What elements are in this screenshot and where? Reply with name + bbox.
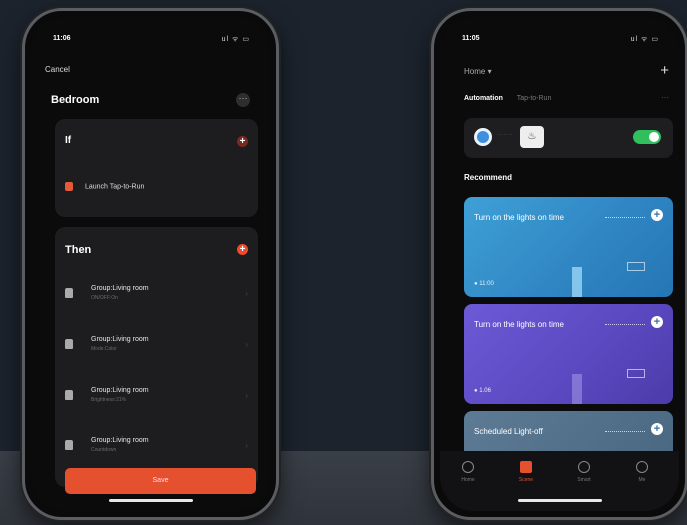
- profile-icon: [636, 461, 648, 473]
- home-indicator: [108, 499, 193, 502]
- add-scene-button[interactable]: +: [660, 62, 669, 79]
- lamp-group-icon: [65, 440, 73, 450]
- status-bar: 11:06 ul ᯤ ▭: [31, 35, 270, 49]
- add-recommend-button[interactable]: +: [651, 209, 663, 221]
- action-subtitle: ON/OFF:On: [91, 295, 118, 301]
- tabbar-label: Smart: [577, 477, 591, 483]
- recommend-card[interactable]: Turn on the lights on time + ● 11:00: [464, 197, 673, 297]
- add-recommend-button[interactable]: +: [651, 423, 663, 435]
- dotted-line: [605, 217, 645, 218]
- add-action-button[interactable]: +: [237, 244, 248, 255]
- link-dots: ·····: [498, 132, 513, 138]
- dotted-line: [605, 431, 645, 432]
- cancel-button[interactable]: Cancel: [45, 65, 70, 74]
- light-beam: [572, 374, 582, 404]
- lamp-group-icon: [65, 288, 73, 298]
- device-graphic: [627, 369, 645, 378]
- action-subtitle: Mode:Color: [91, 346, 117, 352]
- action-subtitle: Countdown: [91, 447, 117, 453]
- tabbar-me[interactable]: Me: [622, 461, 662, 483]
- dotted-line: [605, 324, 645, 325]
- home-selector[interactable]: Home ▾: [464, 67, 492, 76]
- status-icons: ul ᯤ ▭: [630, 36, 659, 43]
- chevron-right-icon: ›: [245, 340, 248, 349]
- add-recommend-button[interactable]: +: [651, 316, 663, 328]
- add-condition-button[interactable]: +: [237, 136, 248, 147]
- status-icons: ul ᯤ ▭: [221, 36, 250, 43]
- recommend-title: Turn on the lights on time: [474, 320, 564, 329]
- page-title: Bedroom: [51, 94, 100, 106]
- more-options-button[interactable]: ···: [236, 93, 250, 107]
- action-row[interactable]: Group:Living room ON/OFF:On ›: [65, 283, 248, 313]
- scene-tabs: Automation Tap-to-Run: [464, 95, 563, 102]
- then-title: Then: [65, 244, 92, 256]
- home-icon: [462, 461, 474, 473]
- action-row[interactable]: Group:Living room Mode:Color ›: [65, 334, 248, 364]
- lamp-group-icon: [65, 390, 73, 400]
- smart-icon: [578, 461, 590, 473]
- action-subtitle: Brightness:21%: [91, 397, 127, 403]
- tabbar-smart[interactable]: Smart: [564, 461, 604, 483]
- recommend-meta: ● 11:00: [474, 281, 494, 287]
- action-row[interactable]: Group:Living room Brightness:21% ›: [65, 385, 248, 415]
- tabbar-label: Home: [461, 477, 475, 483]
- scene-icon: [520, 461, 532, 473]
- recommend-title: Scheduled Light-off: [474, 427, 543, 436]
- automation-toggle[interactable]: [633, 130, 661, 144]
- recommend-heading: Recommend: [464, 173, 513, 182]
- if-title: If: [65, 135, 72, 146]
- smart-scenes-screen: 11:05 ul ᯤ ▭ Home ▾ + Automation Tap-to-…: [440, 17, 679, 511]
- tabbar-scene[interactable]: Scene: [506, 461, 546, 483]
- chevron-right-icon: ›: [245, 289, 248, 298]
- save-button[interactable]: Save: [65, 468, 256, 494]
- status-time: 11:05: [462, 35, 480, 42]
- condition-label: Launch Tap-to-Run: [84, 183, 145, 191]
- tab-tap-to-run[interactable]: Tap-to-Run: [517, 95, 552, 102]
- if-card: If + Launch Tap-to-Run: [55, 119, 258, 217]
- recommend-card[interactable]: Turn on the lights on time + ● 1.06: [464, 304, 673, 404]
- automation-card[interactable]: ····· ♨: [464, 118, 673, 158]
- recommend-title: Turn on the lights on time: [474, 213, 564, 222]
- tab-automation[interactable]: Automation: [464, 95, 503, 102]
- lamp-device-icon: ♨: [520, 126, 544, 148]
- recommend-meta: ● 1.06: [474, 388, 491, 394]
- chevron-right-icon: ›: [245, 391, 248, 400]
- action-title: Group:Living room: [91, 336, 149, 343]
- lamp-group-icon: [65, 339, 73, 349]
- tabbar-label: Me: [638, 477, 646, 483]
- action-title: Group:Living room: [91, 285, 149, 292]
- action-row[interactable]: Group:Living room Countdown ›: [65, 435, 248, 465]
- tap-hand-icon: [65, 182, 73, 191]
- bottom-tab-bar: Home Scene Smart Me: [440, 451, 679, 511]
- action-title: Group:Living room: [91, 437, 149, 444]
- toggle-knob: [649, 132, 659, 142]
- phone-right: 11:05 ul ᯤ ▭ Home ▾ + Automation Tap-to-…: [431, 8, 687, 520]
- condition-row[interactable]: Launch Tap-to-Run: [65, 182, 144, 191]
- phone-left: 11:06 ul ᯤ ▭ Cancel Bedroom ··· If + Lau…: [22, 8, 279, 520]
- tabbar-label: Scene: [518, 477, 534, 483]
- home-indicator: [517, 499, 602, 502]
- light-beam: [572, 267, 582, 297]
- tabs-more-button[interactable]: ···: [661, 93, 669, 102]
- tabbar-home[interactable]: Home: [448, 461, 488, 483]
- device-icon: [474, 128, 492, 146]
- scene-editor-screen: 11:06 ul ᯤ ▭ Cancel Bedroom ··· If + Lau…: [31, 17, 270, 511]
- action-title: Group:Living room: [91, 387, 149, 394]
- status-bar: 11:05 ul ᯤ ▭: [440, 35, 679, 49]
- then-card: Then + Group:Living room ON/OFF:On › Gro…: [55, 227, 258, 487]
- status-time: 11:06: [53, 35, 71, 42]
- device-graphic: [627, 262, 645, 271]
- chevron-right-icon: ›: [245, 441, 248, 450]
